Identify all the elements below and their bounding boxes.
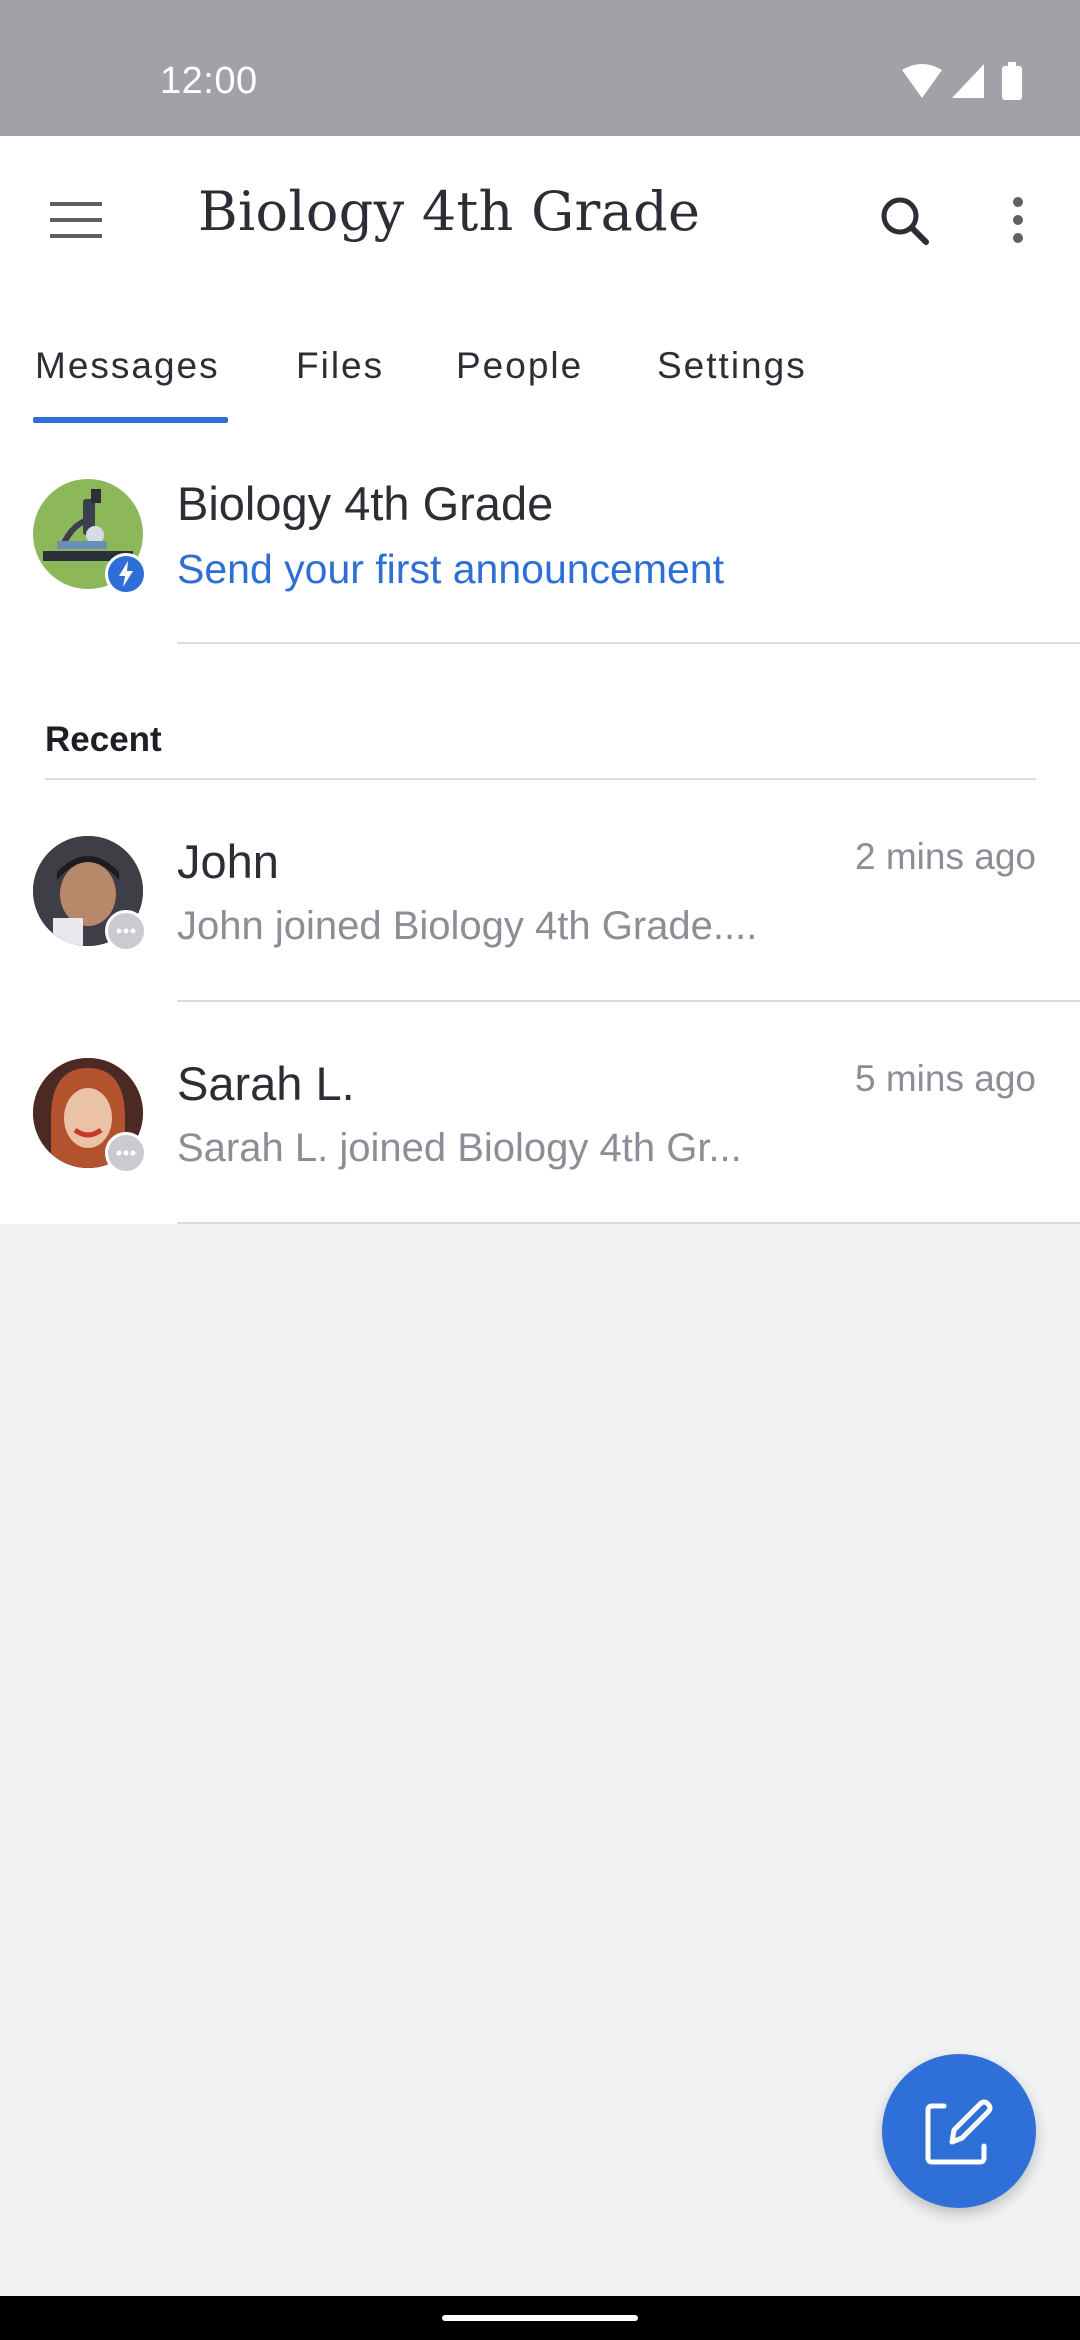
conversation-row-john[interactable]: John 2 mins ago John joined Biology 4th … [0,780,1080,1002]
conversation-preview: John joined Biology 4th Grade.... [177,904,758,948]
conversation-preview: Sarah L. joined Biology 4th Gr... [177,1126,742,1170]
hamburger-menu-icon [50,202,102,238]
conversation-time: 2 mins ago [855,836,1036,877]
recent-section-label: Recent [45,720,162,759]
battery-icon [1002,66,1022,100]
status-icons [902,62,1022,100]
search-icon [881,197,929,245]
more-options-button[interactable] [990,188,1046,252]
chat-badge [105,910,147,952]
system-nav-bar [0,2296,1080,2340]
message-list: Biology 4th Grade Send your first announ… [0,424,1080,1224]
status-bar: 12:00 [0,0,1080,136]
divider [177,642,1080,644]
home-gesture-handle[interactable] [442,2315,638,2321]
page-title: Biology 4th Grade [198,180,701,243]
ellipsis-icon [116,928,136,934]
menu-button[interactable] [44,188,108,252]
divider [177,1222,1080,1224]
send-announcement-link[interactable]: Send your first announcement [177,546,724,593]
compose-icon [925,2099,993,2165]
conversation-name: John [177,835,279,888]
chat-badge [105,1132,147,1174]
tab-files[interactable]: Files [296,312,384,424]
app-bar: Biology 4th Grade Messages Files People … [0,136,1080,424]
search-button[interactable] [872,188,936,252]
conversation-name: Sarah L. [177,1057,355,1110]
announcement-row[interactable]: Biology 4th Grade Send your first announ… [0,424,1080,644]
announcement-title: Biology 4th Grade [177,477,554,530]
tab-settings[interactable]: Settings [657,312,807,424]
compose-button[interactable] [882,2054,1036,2208]
more-vertical-icon [1013,197,1023,243]
conversation-time: 5 mins ago [855,1058,1036,1099]
wifi-icon [902,64,942,98]
announcement-badge [105,553,147,595]
tab-bar: Messages Files People Settings [0,312,1080,424]
status-time: 12:00 [160,60,258,102]
tab-selected-indicator [33,417,228,423]
tab-people[interactable]: People [456,312,583,424]
tab-messages[interactable]: Messages [35,312,220,424]
conversation-row-sarah[interactable]: Sarah L. 5 mins ago Sarah L. joined Biol… [0,1002,1080,1224]
lightning-icon [119,561,133,587]
signal-icon [952,64,984,98]
ellipsis-icon [116,1150,136,1156]
